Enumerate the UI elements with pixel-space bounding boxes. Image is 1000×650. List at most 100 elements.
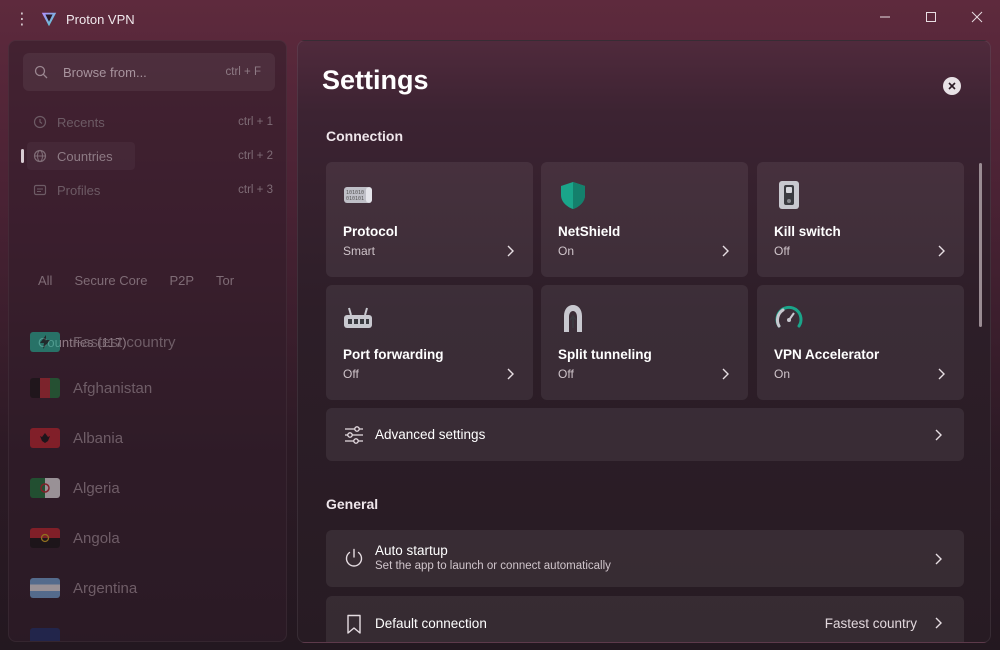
kill-switch-title: Kill switch (774, 224, 841, 239)
country-label: Angola (73, 529, 120, 547)
minimize-button[interactable] (862, 0, 908, 34)
close-icon (948, 82, 956, 90)
sidebar-item-label: Recents (57, 114, 105, 130)
default-connection-value: Fastest country (824, 616, 917, 631)
bookmark-icon (347, 614, 361, 634)
flag-angola-icon (30, 528, 60, 548)
list-item[interactable]: Albania (30, 421, 282, 455)
list-item[interactable]: Angola (30, 521, 282, 555)
window-title: Proton VPN (66, 11, 135, 27)
netshield-card[interactable]: NetShield On (541, 162, 748, 277)
router-icon (344, 307, 372, 328)
close-window-button[interactable] (954, 0, 1000, 34)
default-connection-title: Default connection (375, 616, 487, 631)
netshield-value: On (558, 244, 575, 258)
country-label: Argentina (73, 579, 138, 597)
flag-albania-icon (30, 428, 60, 448)
sliders-icon (345, 426, 363, 444)
active-indicator (21, 149, 24, 163)
auto-startup-title: Auto startup (375, 543, 448, 558)
split-tunneling-card[interactable]: Split tunneling Off (541, 285, 748, 400)
advanced-settings-label: Advanced settings (375, 427, 486, 442)
history-icon (33, 115, 47, 129)
sidebar-item-shortcut: ctrl + 2 (238, 150, 273, 162)
search-placeholder: Browse from... (63, 64, 147, 80)
search-icon (34, 65, 48, 79)
sidebar-item-recents[interactable]: Recents ctrl + 1 (23, 108, 275, 136)
port-forwarding-card[interactable]: Port forwarding Off (326, 285, 533, 400)
port-forwarding-title: Port forwarding (343, 347, 444, 362)
flag-partial-icon (30, 628, 60, 641)
port-forwarding-value: Off (343, 367, 359, 381)
section-title-general: General (326, 496, 379, 512)
sidebar-item-profiles[interactable]: Profiles ctrl + 3 (23, 176, 275, 204)
protocol-card[interactable]: 101010 010101 Protocol Smart (326, 162, 533, 277)
chevron-right-icon (938, 245, 945, 257)
settings-panel: Settings Connection 101010 010101 Protoc… (297, 40, 991, 643)
title-bar: ⋮ Proton VPN (0, 0, 1000, 38)
search-shortcut: ctrl + F (225, 66, 261, 78)
country-label: Fastest country (73, 333, 176, 351)
gauge-icon (775, 305, 803, 328)
vpn-accelerator-value: On (774, 367, 791, 381)
chevron-right-icon (935, 617, 942, 629)
auto-startup-subtitle: Set the app to launch or connect automat… (375, 560, 611, 572)
kebab-menu-icon[interactable]: ⋮ (12, 9, 32, 29)
shield-icon (561, 182, 585, 209)
close-settings-button[interactable] (943, 77, 961, 95)
advanced-settings-row[interactable]: Advanced settings (326, 408, 964, 461)
flag-algeria-icon (30, 478, 60, 498)
svg-text:010101: 010101 (346, 196, 364, 202)
sidebar-item-label: Profiles (57, 182, 101, 198)
sidebar-item-shortcut: ctrl + 3 (238, 184, 273, 196)
maximize-button[interactable] (908, 0, 954, 34)
filter-all[interactable]: All (38, 273, 52, 288)
sidebar-item-countries[interactable]: Countries ctrl + 2 (21, 142, 275, 170)
filter-tor[interactable]: Tor (216, 273, 234, 288)
sidebar-item-label: Countries (57, 148, 113, 164)
kill-switch-card[interactable]: Kill switch Off (757, 162, 964, 277)
split-tunnel-icon (564, 305, 582, 332)
sidebar-item-shortcut: ctrl + 1 (238, 116, 273, 128)
chevron-right-icon (935, 429, 942, 441)
protocol-title: Protocol (343, 224, 398, 239)
chevron-right-icon (722, 368, 729, 380)
kill-switch-icon (779, 181, 799, 209)
auto-startup-row[interactable]: Auto startup Set the app to launch or co… (326, 530, 964, 587)
filter-tabs: All Secure Core P2P Tor (38, 273, 256, 288)
lightning-icon (30, 332, 60, 352)
country-label: Algeria (73, 479, 120, 497)
list-item[interactable] (30, 621, 282, 641)
filter-p2p[interactable]: P2P (169, 273, 194, 288)
vpn-accelerator-card[interactable]: VPN Accelerator On (757, 285, 964, 400)
scrollbar[interactable] (979, 163, 982, 327)
protocol-icon: 101010 010101 (344, 187, 372, 203)
filter-secure-core[interactable]: Secure Core (74, 273, 147, 288)
profiles-icon (33, 184, 47, 196)
chevron-right-icon (507, 368, 514, 380)
power-icon (345, 548, 363, 567)
chevron-right-icon (935, 553, 942, 565)
minimize-icon (880, 16, 890, 18)
sidebar: Browse from... ctrl + F Recents ctrl + 1… (8, 40, 287, 642)
flag-argentina-icon (30, 578, 60, 598)
close-icon (971, 11, 983, 23)
settings-header: Settings (298, 41, 990, 119)
protocol-value: Smart (343, 244, 376, 258)
split-tunneling-value: Off (558, 367, 574, 381)
list-item[interactable]: Algeria (30, 471, 282, 505)
list-item[interactable]: Argentina (30, 571, 282, 605)
country-label: Albania (73, 429, 124, 447)
page-title: Settings (322, 65, 429, 95)
split-tunneling-title: Split tunneling (558, 347, 652, 362)
search-input[interactable]: Browse from... ctrl + F (23, 53, 275, 91)
section-title-connection: Connection (326, 128, 403, 144)
default-connection-row[interactable]: Default connection Fastest country (326, 596, 964, 642)
globe-icon (33, 149, 47, 163)
chevron-right-icon (722, 245, 729, 257)
list-item[interactable]: Afghanistan (30, 371, 282, 405)
proton-vpn-logo-icon (41, 12, 57, 27)
maximize-icon (926, 12, 936, 22)
list-item[interactable]: Fastest country (30, 325, 282, 359)
country-label: Afghanistan (73, 379, 153, 397)
